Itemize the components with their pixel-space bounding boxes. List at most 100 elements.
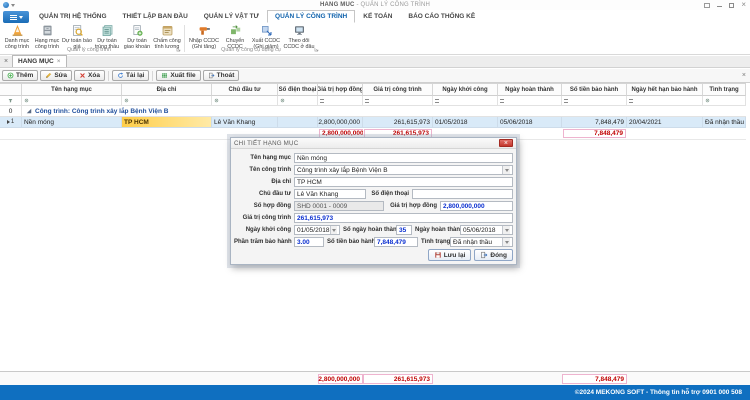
dialog-title: CHI TIẾT HẠNG MỤC: [234, 140, 298, 147]
filter-cell[interactable]: [122, 96, 212, 106]
minimize-icon[interactable]: [717, 2, 722, 8]
column-header[interactable]: Giá trị hợp đồng: [318, 84, 363, 96]
close-all-tabs-icon[interactable]: ×: [0, 55, 12, 67]
column-header[interactable]: Ngày khởi công: [433, 84, 498, 96]
column-header[interactable]: Ngày hoàn thành: [498, 84, 562, 96]
equals-filter-icon: [564, 99, 568, 103]
tab-hang-muc[interactable]: HANG MỤC ×: [12, 55, 67, 67]
traffic-cone-icon: [11, 24, 24, 37]
ribbon-tab-thiet-lap-ban-dau[interactable]: THIẾT LẬP BAN ĐẦU: [115, 10, 196, 23]
label-ten-cong-trinh: Tên công trình: [234, 167, 294, 173]
column-header[interactable]: Tình trạng: [703, 84, 746, 96]
status-bar: ©2024 MEKONG SOFT - Thông tin hỗ trợ 090…: [0, 385, 750, 400]
close-window-icon[interactable]: ×: [741, 2, 746, 8]
filter-row-indicator: [0, 96, 22, 106]
title-bar: HANG MUC - QUẢN LÝ CÔNG TRÌNH ×: [0, 0, 750, 10]
column-header[interactable]: Số điện thoại: [278, 84, 318, 96]
add-button[interactable]: Thêm: [2, 70, 38, 81]
ribbon-options-icon[interactable]: [704, 2, 710, 8]
dialog-launcher-icon[interactable]: [314, 47, 319, 52]
exit-button[interactable]: Thoát: [203, 70, 240, 81]
input-so-ngay-hoan-thanh[interactable]: 35: [396, 225, 412, 235]
group-expand-icon[interactable]: [26, 108, 32, 114]
datepicker-ngay-khoi-cong[interactable]: 01/05/2018: [294, 225, 340, 235]
filter-cell[interactable]: [278, 96, 318, 106]
dropdown-caret-icon[interactable]: [502, 238, 510, 246]
column-header[interactable]: Chủ đầu tư: [212, 84, 278, 96]
cell-gia-tri-hop-dong[interactable]: 2,800,000,000: [318, 117, 363, 128]
cell-chu-dau-tu[interactable]: Lê Văn Khang: [212, 117, 278, 128]
cell-dia-chi-highlighted[interactable]: TP HCM: [122, 117, 212, 128]
filter-cell[interactable]: [212, 96, 278, 106]
label-so-ngay-hoan-thanh: Số ngày hoàn thành: [340, 227, 396, 233]
select-tinh-trang[interactable]: Đã nhận thầu: [450, 237, 513, 247]
pencil-icon: [45, 72, 52, 79]
column-header[interactable]: Địa chỉ: [122, 84, 212, 96]
cell-ngay-hoan-thanh[interactable]: 05/06/2018: [498, 117, 562, 128]
input-dia-chi[interactable]: TP HCM: [294, 177, 513, 187]
filter-cell[interactable]: [627, 96, 703, 106]
cell-gia-tri-cong-trinh[interactable]: 261,615,973: [363, 117, 433, 128]
filter-cell[interactable]: [433, 96, 498, 106]
filter-cell[interactable]: [363, 96, 433, 106]
filter-cell[interactable]: [703, 96, 746, 106]
close-tab-icon[interactable]: ×: [57, 58, 61, 65]
group-row-cell[interactable]: Công trình: Công trình xây lắp Bệnh Viện…: [22, 106, 746, 117]
input-so-dien-thoai[interactable]: [412, 189, 513, 199]
cell-ten-hang-muc[interactable]: Nền móng: [22, 117, 122, 128]
ribbon-tab-ke-toan[interactable]: KẾ TOÁN: [355, 10, 400, 23]
table-row[interactable]: 1 Nền móng TP HCM Lê Văn Khang 2,800,000…: [0, 117, 746, 128]
edit-button[interactable]: Sửa: [40, 70, 72, 81]
label-gia-tri-cong-trinh: Giá trị công trình: [234, 215, 294, 221]
dialog-title-bar[interactable]: CHI TIẾT HẠNG MỤC ×: [231, 138, 516, 149]
app-menu-button[interactable]: [3, 11, 29, 23]
column-header[interactable]: Tên hạng mục: [22, 84, 122, 96]
ribbon-tab-bao-cao-thong-ke[interactable]: BÁO CÁO THỐNG KÊ: [400, 10, 483, 23]
label-phan-tram-bao-hanh: Phần trăm bảo hành: [234, 239, 294, 245]
cell-so-tien-bao-hanh[interactable]: 7,848,479: [562, 117, 627, 128]
datepicker-ngay-hoan-thanh[interactable]: 05/06/2018: [460, 225, 513, 235]
dialog-close-icon[interactable]: ×: [499, 139, 513, 147]
total-gia-tri-cong-trinh: 261,615,973: [363, 374, 433, 384]
column-header[interactable]: Ngày hết hạn bảo hành: [627, 84, 703, 96]
input-gia-tri-cong-trinh[interactable]: 261,615,973: [294, 213, 513, 223]
drill-icon: [198, 24, 211, 37]
ribbon-tab-quan-ly-cong-trinh[interactable]: QUẢN LÝ CÔNG TRÌNH: [267, 10, 355, 23]
save-button[interactable]: Lưu lại: [428, 249, 472, 261]
maximize-icon[interactable]: [729, 2, 734, 8]
column-header[interactable]: Giá trị công trình: [363, 84, 433, 96]
select-ten-cong-trinh[interactable]: Công trình xây lắp Bệnh Viện B: [294, 165, 513, 175]
column-header[interactable]: Số tiền bảo hành: [562, 84, 627, 96]
ribbon-tab-quan-tri-he-thong[interactable]: QUẢN TRỊ HỆ THỐNG: [31, 10, 115, 23]
reload-button[interactable]: Tải lại: [112, 70, 149, 81]
filter-cell[interactable]: [22, 96, 122, 106]
filter-cell[interactable]: [562, 96, 627, 106]
label-ngay-hoan-thanh: Ngày hoàn thành: [412, 227, 460, 233]
filter-cell[interactable]: [498, 96, 562, 106]
dropdown-caret-icon[interactable]: [330, 226, 337, 234]
dropdown-caret-icon[interactable]: [502, 226, 510, 234]
cell-ngay-het-han-bao-hanh[interactable]: 20/04/2021: [627, 117, 703, 128]
cell-tinh-trang[interactable]: Đã nhận thầu: [703, 117, 746, 128]
delete-button[interactable]: Xóa: [74, 70, 105, 81]
ribbon-tab-quan-ly-vat-tu[interactable]: QUẢN LÝ VẬT TƯ: [196, 10, 267, 23]
label-so-tien-bao-hanh: Số tiền bảo hành: [324, 239, 374, 245]
close-button[interactable]: Đóng: [474, 249, 513, 261]
stacked-documents-icon: [101, 24, 114, 37]
dropdown-caret-icon[interactable]: [502, 166, 510, 174]
input-gia-tri-hop-dong[interactable]: 2,800,000,000: [440, 201, 513, 211]
input-so-tien-bao-hanh[interactable]: 7,848,479: [374, 237, 418, 247]
cell-ngay-khoi-cong[interactable]: 01/05/2018: [433, 117, 498, 128]
export-file-button[interactable]: Xuất file: [156, 70, 200, 81]
input-phan-tram-bao-hanh[interactable]: 3.00: [294, 237, 324, 247]
ribbon-group-label-cong-trinh: Quản lý công trình: [2, 46, 182, 53]
filter-cell[interactable]: [318, 96, 363, 106]
grid-group-row[interactable]: 0 Công trình: Công trình xây lắp Bệnh Vi…: [0, 106, 746, 117]
ribbon: Danh mục công trình Hạng mục công trình …: [0, 23, 750, 55]
label-ten-hang-muc: Tên hạng mục: [234, 155, 294, 161]
input-chu-dau-tu[interactable]: Lê Văn Khang: [294, 189, 366, 199]
input-ten-hang-muc[interactable]: Nền móng: [294, 153, 513, 163]
dialog-launcher-icon[interactable]: [176, 47, 181, 52]
cell-so-dien-thoai[interactable]: [278, 117, 318, 128]
close-panel-icon[interactable]: ×: [742, 72, 746, 79]
